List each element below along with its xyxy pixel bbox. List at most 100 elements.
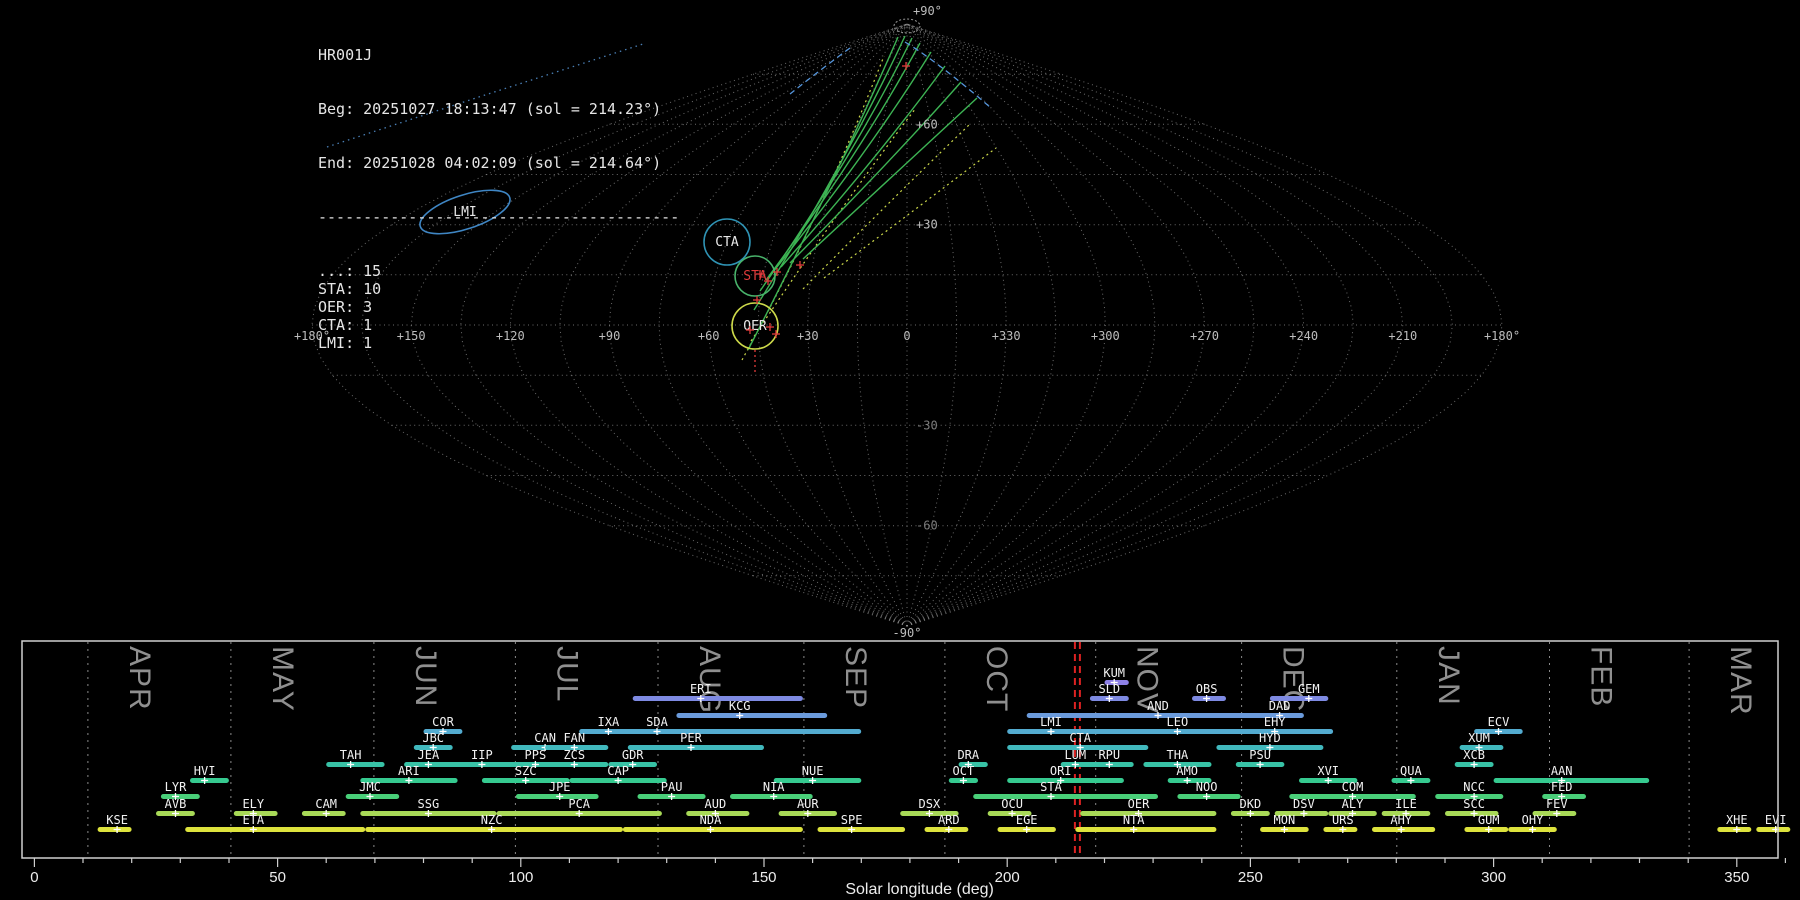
shower-label-KUM: KUM	[1103, 666, 1125, 680]
shower-bar-SPE	[818, 827, 906, 832]
shower-circle-label-OER: OER	[743, 319, 767, 334]
pole-top-label: +90°	[913, 4, 942, 18]
shower-circle-OER: OER	[732, 303, 778, 349]
shower-label-AUD: AUD	[705, 797, 727, 811]
count-row: STA: 10	[318, 280, 679, 298]
shower-label-GEM: GEM	[1298, 682, 1320, 696]
count-row: CTA: 1	[318, 316, 679, 334]
shower-label-JBC: JBC	[422, 731, 444, 745]
count-row: ...: 15	[318, 262, 679, 280]
shower-label-OBS: OBS	[1196, 682, 1218, 696]
shower-label-KCG: KCG	[729, 699, 751, 713]
month-label-MAR: MAR	[1724, 646, 1757, 716]
shower-label-AUR: AUR	[797, 797, 819, 811]
shower-label-OER: OER	[1128, 797, 1150, 811]
shower-label-PCA: PCA	[568, 797, 590, 811]
x-axis-label: Solar longitude (deg)	[845, 881, 994, 898]
month-grid: APRMAYJUNJULAUGSEPOCTNOVDECJANFEBMAR	[88, 642, 1757, 857]
shower-label-ARI: ARI	[398, 764, 420, 778]
shower-label-NIA: NIA	[763, 780, 785, 794]
shower-bar-ETA	[185, 827, 365, 832]
shower-label-OHY: OHY	[1522, 813, 1544, 827]
shower-label-NCC: NCC	[1463, 780, 1485, 794]
shower-label-ECV: ECV	[1488, 715, 1510, 729]
shower-label-SDA: SDA	[646, 715, 668, 729]
shower-label-AMO: AMO	[1176, 764, 1198, 778]
shower-label-PSU: PSU	[1249, 748, 1271, 762]
shower-label-ARD: ARD	[938, 813, 960, 827]
svg-text:50: 50	[269, 869, 286, 886]
shower-label-NZC: NZC	[481, 813, 503, 827]
shower-label-CAN: CAN	[534, 731, 556, 745]
svg-text:+60: +60	[916, 117, 938, 131]
month-label-FEB: FEB	[1585, 646, 1618, 707]
month-label-SEP: SEP	[839, 646, 872, 709]
shower-label-PER: PER	[680, 731, 702, 745]
radiant-markers	[746, 62, 910, 372]
svg-text:250: 250	[1238, 869, 1263, 886]
session-end: End: 20251028 04:02:09 (sol = 214.64°)	[318, 154, 679, 172]
shower-label-FED: FED	[1551, 780, 1573, 794]
shower-label-NDA: NDA	[700, 813, 722, 827]
shower-label-HVI: HVI	[194, 764, 216, 778]
shower-label-HYD: HYD	[1259, 731, 1281, 745]
shower-bar-PER	[628, 745, 764, 750]
month-label-JUL: JUL	[550, 646, 583, 702]
shower-label-ETA: ETA	[242, 813, 264, 827]
svg-text:-60: -60	[916, 519, 938, 533]
svg-text:+240: +240	[1289, 329, 1318, 343]
svg-text:350: 350	[1724, 869, 1749, 886]
month-label-MAY: MAY	[266, 646, 299, 712]
divider: ----------------------------------------	[318, 208, 679, 226]
count-row: LMI: 1	[318, 334, 679, 352]
shower-label-FAN: FAN	[563, 731, 585, 745]
shower-bar-TAH	[326, 762, 384, 767]
shower-label-SSG: SSG	[418, 797, 440, 811]
shower-label-DSX: DSX	[919, 797, 941, 811]
month-label-AUG: AUG	[693, 646, 726, 714]
shower-bar-NUE	[774, 778, 862, 783]
shower-bars: KUMERISLDOBSGEMKCGANDDADCORIXASDALMILEOE…	[98, 666, 1791, 833]
shower-label-ORI: ORI	[1050, 764, 1072, 778]
shower-label-EVI: EVI	[1765, 813, 1787, 827]
shower-label-ILE: ILE	[1395, 797, 1417, 811]
shower-label-NUE: NUE	[802, 764, 824, 778]
shower-bar-HVI	[190, 778, 229, 783]
month-label-JAN: JAN	[1432, 646, 1465, 706]
shower-circle-label-CTA: CTA	[715, 235, 739, 250]
shower-label-NTA: NTA	[1123, 813, 1145, 827]
meteor-radar-screen: LMICTASTAOER+180°+150+120+90+60+300+330+…	[0, 0, 1800, 900]
shower-label-CAM: CAM	[315, 797, 337, 811]
shower-label-ZCS: ZCS	[563, 748, 585, 762]
svg-text:+30: +30	[797, 329, 819, 343]
shower-label-THA: THA	[1167, 748, 1189, 762]
svg-text:0: 0	[30, 869, 38, 886]
shower-label-ERI: ERI	[690, 682, 712, 696]
svg-text:-30: -30	[916, 418, 938, 432]
shower-label-JPE: JPE	[549, 780, 571, 794]
shower-label-LUM: LUM	[1064, 748, 1086, 762]
shower-label-DSV: DSV	[1293, 797, 1315, 811]
session-info: HR001J Beg: 20251027 18:13:47 (sol = 214…	[318, 10, 679, 388]
shower-label-COR: COR	[432, 715, 454, 729]
shower-label-COM: COM	[1342, 780, 1364, 794]
shower-label-LMI: LMI	[1040, 715, 1062, 729]
shower-bar-KCG	[676, 713, 827, 718]
shower-label-LYR: LYR	[165, 780, 187, 794]
shower-label-XHE: XHE	[1726, 813, 1748, 827]
shower-bar-ERI	[633, 696, 803, 701]
station-id: HR001J	[318, 46, 679, 64]
svg-text:+180°: +180°	[1484, 329, 1520, 343]
count-row: OER: 3	[318, 298, 679, 316]
shower-label-JEA: JEA	[418, 748, 440, 762]
shower-label-AAN: AAN	[1551, 764, 1573, 778]
activity-timeline-chart: APRMAYJUNJULAUGSEPOCTNOVDECJANFEBMARKUME…	[0, 638, 1800, 900]
shower-label-SCC: SCC	[1463, 797, 1485, 811]
shower-circle-label-STA: STA	[743, 269, 767, 284]
shower-label-NOO: NOO	[1196, 780, 1218, 794]
pole-ellipse	[894, 19, 920, 33]
shower-label-SLD: SLD	[1098, 682, 1120, 696]
shower-label-GDR: GDR	[622, 748, 644, 762]
shower-label-SPE: SPE	[841, 813, 863, 827]
shower-label-MON: MON	[1274, 813, 1296, 827]
